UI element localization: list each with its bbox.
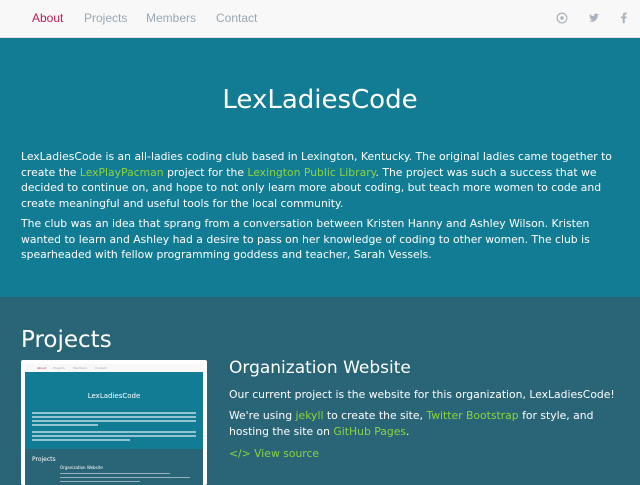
screenshot-hero: LexLadiesCode [25, 372, 203, 449]
project-description-2: We're using jekyll to create the site, T… [229, 408, 629, 439]
thumb-nav-contact: Contact [95, 366, 107, 370]
about-section: LexLadiesCode LexLadiesCode is an all-la… [0, 38, 640, 297]
github-pages-link[interactable]: GitHub Pages [333, 425, 406, 438]
project-title: Organization Website [229, 358, 411, 378]
project-text-2d: . [406, 424, 410, 438]
nav-projects[interactable]: Projects [84, 11, 127, 25]
navbar: About Projects Members Contact [0, 0, 640, 38]
project-text-2b: to create the site, [326, 409, 423, 422]
site-title: LexLadiesCode [222, 85, 418, 115]
screenshot-navbar: About Projects Members Contact [25, 364, 203, 372]
project-description-1: Our current project is the website for t… [229, 388, 615, 401]
projects-section: Projects About Projects Members Contact … [0, 297, 640, 485]
thumb-nav-about: About [37, 366, 46, 370]
about-paragraph-1: LexLadiesCode is an all-ladies coding cl… [21, 149, 623, 211]
screenshot-inner: About Projects Members Contact LexLadies… [25, 364, 203, 485]
github-icon[interactable] [555, 12, 569, 26]
twitter-icon-svg [588, 13, 600, 22]
jekyll-link[interactable]: jekyll [296, 409, 324, 422]
library-link[interactable]: Lexington Public Library [247, 166, 375, 179]
about-paragraph-2: The club was an idea that sprang from a … [21, 217, 590, 262]
nav-about[interactable]: About [32, 11, 63, 25]
screenshot-text-lines [32, 412, 196, 443]
screenshot-title: LexLadiesCode [87, 392, 141, 400]
twitter-icon[interactable] [587, 12, 601, 26]
github-icon-svg [556, 12, 568, 24]
nav-contact[interactable]: Contact [216, 11, 257, 25]
about-text-1b: project for the [167, 165, 244, 179]
thumb-nav-projects: Projects [53, 366, 65, 370]
nav-members[interactable]: Members [146, 11, 196, 25]
projects-heading: Projects [21, 327, 112, 353]
facebook-icon-svg [621, 12, 627, 24]
screenshot-org-title: Organization Website [60, 465, 103, 470]
lexplaypacman-link[interactable]: LexPlayPacman [80, 166, 164, 179]
view-source-link[interactable]: </> View source [229, 447, 319, 460]
bootstrap-link[interactable]: Twitter Bootstrap [426, 409, 518, 422]
screenshot-projects-heading: Projects [32, 456, 56, 463]
thumb-nav-members: Members [73, 366, 87, 370]
project-text-2a: We're using [229, 409, 293, 422]
project-screenshot: About Projects Members Contact LexLadies… [21, 360, 207, 485]
facebook-icon[interactable] [617, 12, 631, 26]
